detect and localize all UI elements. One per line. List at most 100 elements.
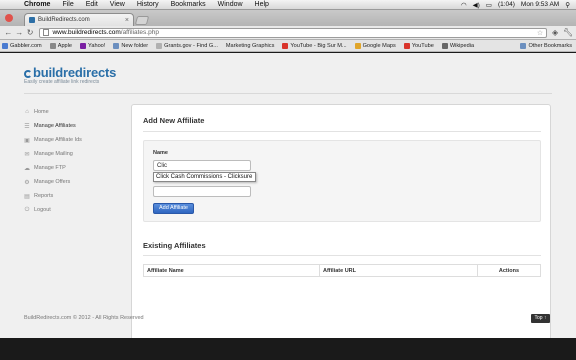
other-bookmarks[interactable]: Other Bookmarks — [520, 42, 572, 49]
header-divider — [24, 93, 552, 94]
browser-tab[interactable]: BuildRedirects.com × — [24, 13, 134, 26]
bookmark-folder[interactable]: New folder — [113, 42, 148, 49]
menu-bookmarks[interactable]: Bookmarks — [165, 1, 212, 8]
sidebar-item-manage-ftp[interactable]: ☁ Manage FTP — [24, 161, 124, 175]
back-to-top-button[interactable]: Top ↑ — [531, 314, 550, 323]
bookmark-label: Marketing Graphics — [225, 42, 275, 49]
add-affiliate-form: Name Clic Click Cash Commissions - Click… — [143, 140, 541, 222]
wikipedia-icon — [441, 42, 448, 49]
name-input[interactable]: Clic — [153, 160, 251, 171]
site-logo[interactable]: buildredirects Easily create affiliate l… — [24, 65, 116, 85]
tab-close-icon[interactable]: × — [125, 17, 129, 24]
sidebar-item-label: Manage Affiliates — [34, 123, 76, 129]
bookmark-star-icon[interactable]: ☆ — [537, 29, 543, 37]
bookmark-item[interactable]: Yahoo! — [80, 42, 106, 49]
maps-icon — [354, 42, 361, 49]
reload-icon[interactable]: ↻ — [25, 28, 36, 37]
youtube-icon — [403, 42, 410, 49]
yahoo-icon — [80, 42, 87, 49]
sidebar-item-label: Manage Affiliate Ids — [34, 137, 82, 143]
bookmark-label: Wikipedia — [449, 42, 475, 49]
sidebar-item-manage-affiliate-ids[interactable]: ▣ Manage Affiliate Ids — [24, 133, 124, 147]
gear-icon: ⚙ — [24, 179, 30, 186]
tag-icon: ▣ — [24, 137, 30, 144]
battery-icon[interactable]: ▭ — [486, 1, 492, 9]
add-affiliate-button[interactable]: Add Affiliate — [153, 203, 194, 214]
extension-icon[interactable]: ◈ — [550, 28, 560, 38]
menu-view[interactable]: View — [104, 1, 131, 8]
home-icon: ⌂ — [25, 109, 29, 115]
bookmark-item[interactable]: YouTube - Big Sur M... — [282, 42, 347, 49]
sidebar-item-label: Home — [34, 109, 49, 115]
menu-file[interactable]: File — [56, 1, 79, 8]
folder-icon — [113, 42, 120, 49]
window-close-icon[interactable] — [5, 14, 13, 22]
wrench-icon[interactable]: 🔧︎ — [563, 28, 573, 38]
sidebar-item-manage-offers[interactable]: ⚙ Manage Offers — [24, 175, 124, 189]
bookmark-item[interactable]: Apple — [49, 42, 73, 49]
favicon-icon — [29, 17, 35, 23]
apple-bookmark-icon — [49, 42, 56, 49]
wifi-icon[interactable]: ◠ — [461, 1, 467, 9]
sidebar-item-logout[interactable]: ⏻ Logout — [24, 203, 124, 217]
bookmark-item[interactable]: Google Maps — [354, 42, 396, 49]
bookmark-item[interactable]: Grants.gov - Find G... — [156, 42, 218, 49]
report-icon: ▤ — [24, 193, 30, 200]
sidebar-item-label: Manage Mailing — [34, 151, 73, 157]
sidebar-item-manage-mailing[interactable]: ✉ Manage Mailing — [24, 147, 124, 161]
bookmark-item[interactable]: Marketing Graphics — [226, 43, 275, 49]
existing-affiliates-title: Existing Affiliates — [143, 241, 206, 250]
bookmarks-bar: Gabbler.com Apple Yahoo! New folder Gran… — [0, 40, 576, 52]
footer-copyright: BuildRedirects.com © 2012 - All Rights R… — [24, 315, 144, 321]
menu-edit[interactable]: Edit — [80, 1, 104, 8]
bookmark-label: Other Bookmarks — [528, 42, 572, 49]
logo-text: buildredirects — [33, 65, 117, 80]
sidebar-item-label: Logout — [34, 207, 51, 213]
new-tab-button[interactable] — [134, 16, 150, 25]
add-affiliate-title: Add New Affiliate — [143, 116, 205, 125]
name-label: Name — [153, 150, 168, 156]
bookmark-label: YouTube - Big Sur M... — [290, 42, 347, 49]
envelope-icon: ✉ — [24, 151, 30, 158]
tab-title: BuildRedirects.com — [38, 17, 90, 23]
section-divider — [143, 255, 541, 256]
bookmark-item[interactable]: YouTube — [403, 42, 434, 49]
bookmark-label: Google Maps — [362, 42, 396, 49]
address-bar[interactable]: www.buildredirects.com/affiliates.php ☆ — [39, 27, 548, 38]
bookmark-item[interactable]: Wikipedia — [441, 42, 475, 49]
tab-strip: BuildRedirects.com × — [0, 10, 576, 26]
section-divider — [143, 131, 541, 132]
sidebar-nav: ⌂ Home ☰ Manage Affiliates ▣ Manage Affilia… — [24, 105, 124, 217]
column-header-actions[interactable]: Actions — [478, 265, 540, 276]
clock[interactable]: Mon 9:53 AM — [521, 1, 559, 8]
page-icon — [43, 29, 50, 36]
cloud-icon: ☁ — [24, 165, 30, 172]
bookmark-label: Gabbler.com — [10, 42, 42, 49]
sidebar-item-home[interactable]: ⌂ Home — [24, 105, 124, 119]
bookmark-label: Apple — [57, 42, 73, 49]
back-icon[interactable]: ← — [3, 28, 14, 37]
forward-icon[interactable]: → — [14, 28, 25, 37]
bookmark-favicon-icon — [2, 42, 8, 49]
affiliate-url-input[interactable] — [153, 186, 251, 197]
column-header-affiliate-url[interactable]: Affiliate URL — [320, 265, 478, 276]
bookmark-item[interactable]: Gabbler.com — [2, 42, 42, 49]
menu-history[interactable]: History — [131, 1, 165, 8]
menu-help[interactable]: Help — [249, 1, 275, 8]
bookmark-label: YouTube — [411, 42, 434, 49]
sidebar-item-label: Reports — [34, 193, 54, 199]
list-icon: ☰ — [24, 123, 30, 130]
bookmark-label: Grants.gov - Find G... — [164, 42, 218, 49]
sidebar-item-reports[interactable]: ▤ Reports — [24, 189, 124, 203]
volume-icon[interactable]: ◀) — [473, 1, 480, 9]
bookmark-label: Yahoo! — [88, 42, 106, 49]
spotlight-icon[interactable]: ⚲ — [565, 1, 570, 9]
sidebar-item-label: Manage Offers — [34, 179, 71, 185]
menu-app-name[interactable]: Chrome — [18, 1, 56, 8]
column-header-affiliate-name[interactable]: Affiliate Name — [144, 265, 320, 276]
sidebar-item-manage-affiliates[interactable]: ☰ Manage Affiliates — [24, 119, 124, 133]
autocomplete-suggestion[interactable]: Click Cash Commissions - Clicksure — [153, 172, 256, 182]
menu-window[interactable]: Window — [212, 1, 249, 8]
main-panel: Add New Affiliate Name Clic Click Cash C… — [131, 104, 551, 348]
bottom-bezel — [0, 338, 576, 360]
